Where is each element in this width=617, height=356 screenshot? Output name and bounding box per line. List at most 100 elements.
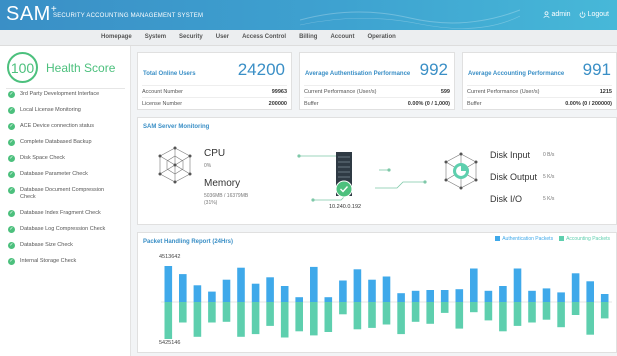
server-icon	[335, 152, 353, 198]
acct-packet-bar[interactable]	[499, 302, 507, 332]
check-item[interactable]: ✓ Database Index Fragment Check	[8, 210, 115, 224]
auth-packet-bar[interactable]	[426, 290, 434, 302]
check-label: Database Parameter Check	[20, 171, 88, 177]
auth-packet-bar[interactable]	[339, 280, 347, 303]
nav-account[interactable]: Account	[330, 34, 354, 40]
auth-packet-bar[interactable]	[528, 290, 536, 302]
acct-packet-bar[interactable]	[280, 302, 289, 338]
card-server-monitoring: SAM Server Monitoring CPU 0% Memory 5036…	[137, 117, 617, 225]
stat-row: License Number 200000	[142, 97, 287, 109]
auth-packet-bar[interactable]	[397, 293, 405, 302]
acct-packet-bar[interactable]	[440, 302, 449, 313]
check-label: Complete Databased Backup	[20, 139, 92, 145]
card-packet-report: Packet Handling Report (24Hrs) Authentic…	[137, 232, 617, 353]
acct-packet-bar[interactable]	[266, 302, 274, 326]
auth-packet-bar[interactable]	[455, 289, 464, 302]
acct-packet-bar[interactable]	[193, 302, 202, 337]
auth-packet-bar[interactable]	[310, 266, 318, 302]
check-item[interactable]: ✓ ACE Device connection status	[8, 123, 115, 137]
acct-packet-bar[interactable]	[237, 302, 245, 337]
auth-packet-bar[interactable]	[557, 292, 565, 302]
auth-packet-bar[interactable]	[484, 290, 493, 302]
acct-packet-bar[interactable]	[600, 302, 609, 319]
auth-packet-bar[interactable]	[586, 281, 594, 302]
nav-billing[interactable]: Billing	[299, 34, 317, 40]
check-label: Local License Monitoring	[20, 107, 81, 113]
acct-packet-bar[interactable]	[571, 302, 580, 315]
health-check-list: ✓ 3rd Party Development Interface ✓ Local …	[8, 89, 115, 272]
nav-system[interactable]: System	[145, 34, 166, 40]
auth-packet-bar[interactable]	[499, 286, 507, 302]
card-title: SAM Server Monitoring	[143, 124, 210, 130]
acct-packet-bar[interactable]	[222, 302, 231, 322]
auth-packet-bar[interactable]	[179, 274, 187, 302]
stat-label: Current Performance (User/s)	[304, 88, 377, 95]
auth-packet-bar[interactable]	[208, 291, 216, 302]
auth-packet-bar[interactable]	[295, 297, 303, 302]
user-menu[interactable]: admin	[542, 11, 571, 18]
check-item[interactable]: ✓ Database Log Compression Check	[8, 226, 115, 240]
health-score: 100 Health Score	[7, 52, 115, 83]
auth-packet-bar[interactable]	[368, 279, 376, 302]
acct-packet-bar[interactable]	[382, 302, 391, 325]
nav-user[interactable]: User	[216, 34, 229, 40]
acct-packet-bar[interactable]	[353, 302, 362, 330]
auth-packet-bar[interactable]	[266, 277, 274, 302]
acct-packet-bar[interactable]	[339, 302, 347, 315]
acct-packet-bar[interactable]	[586, 302, 594, 335]
acct-packet-bar[interactable]	[528, 302, 536, 323]
acct-packet-bar[interactable]	[208, 302, 216, 323]
acct-packet-bar[interactable]	[324, 302, 333, 332]
stat-value: 0.00% (0 / 200000)	[565, 100, 612, 107]
acct-packet-bar[interactable]	[179, 302, 187, 323]
auth-packet-bar[interactable]	[411, 290, 420, 302]
acct-packet-bar[interactable]	[557, 302, 565, 328]
acct-packet-bar[interactable]	[411, 302, 420, 322]
acct-packet-bar[interactable]	[484, 302, 493, 321]
check-item[interactable]: ✓ Local License Monitoring	[8, 107, 115, 121]
acct-packet-bar[interactable]	[368, 302, 376, 328]
auth-packet-bar[interactable]	[251, 283, 260, 302]
auth-packet-bar[interactable]	[571, 273, 580, 302]
acct-packet-bar[interactable]	[426, 302, 434, 324]
auth-packet-bar[interactable]	[222, 279, 231, 302]
acct-packet-bar[interactable]	[164, 302, 173, 339]
acct-packet-bar[interactable]	[310, 302, 318, 336]
auth-packet-bar[interactable]	[280, 286, 289, 302]
acct-packet-bar[interactable]	[295, 302, 303, 332]
username: admin	[551, 11, 571, 18]
auth-packet-bar[interactable]	[353, 269, 362, 302]
card-auth-performance: Average Authentisation Performance 992 C…	[299, 52, 455, 110]
app-logo[interactable]: SAM+	[6, 3, 57, 26]
auth-packet-bar[interactable]	[193, 285, 202, 302]
check-item[interactable]: ✓ Database Size Check	[8, 242, 115, 256]
auth-packet-bar[interactable]	[324, 297, 333, 302]
check-item[interactable]: ✓ Database Parameter Check	[8, 171, 115, 185]
auth-packet-bar[interactable]	[164, 266, 173, 302]
auth-packet-bar[interactable]	[542, 288, 551, 302]
nav-security[interactable]: Security	[179, 34, 203, 40]
acct-packet-bar[interactable]	[470, 302, 478, 313]
acct-packet-bar[interactable]	[251, 302, 260, 335]
auth-packet-bar[interactable]	[600, 294, 609, 302]
check-item[interactable]: ✓ Complete Databased Backup	[8, 139, 115, 153]
nav-access-control[interactable]: Access Control	[242, 34, 286, 40]
nav-operation[interactable]: Operation	[367, 34, 395, 40]
check-item[interactable]: ✓ 3rd Party Development Interface	[8, 91, 115, 105]
acct-packet-bar[interactable]	[513, 302, 522, 326]
check-circle-icon: ✓	[8, 123, 15, 130]
auth-packet-bar[interactable]	[440, 290, 449, 302]
check-item[interactable]: ✓ Internal Storage Check	[8, 258, 115, 272]
stat-label: Current Performance (User/s)	[467, 88, 540, 95]
nav-homepage[interactable]: Homepage	[101, 34, 132, 40]
logout-button[interactable]: Logout	[579, 11, 609, 18]
auth-packet-bar[interactable]	[470, 268, 478, 303]
acct-packet-bar[interactable]	[455, 302, 464, 329]
auth-packet-bar[interactable]	[382, 276, 391, 303]
acct-packet-bar[interactable]	[397, 302, 405, 335]
check-item[interactable]: ✓ Database Document Compression Check	[8, 187, 115, 208]
auth-packet-bar[interactable]	[513, 268, 522, 303]
auth-packet-bar[interactable]	[237, 267, 245, 302]
check-item[interactable]: ✓ Disk Space Check	[8, 155, 115, 169]
acct-packet-bar[interactable]	[542, 302, 551, 320]
